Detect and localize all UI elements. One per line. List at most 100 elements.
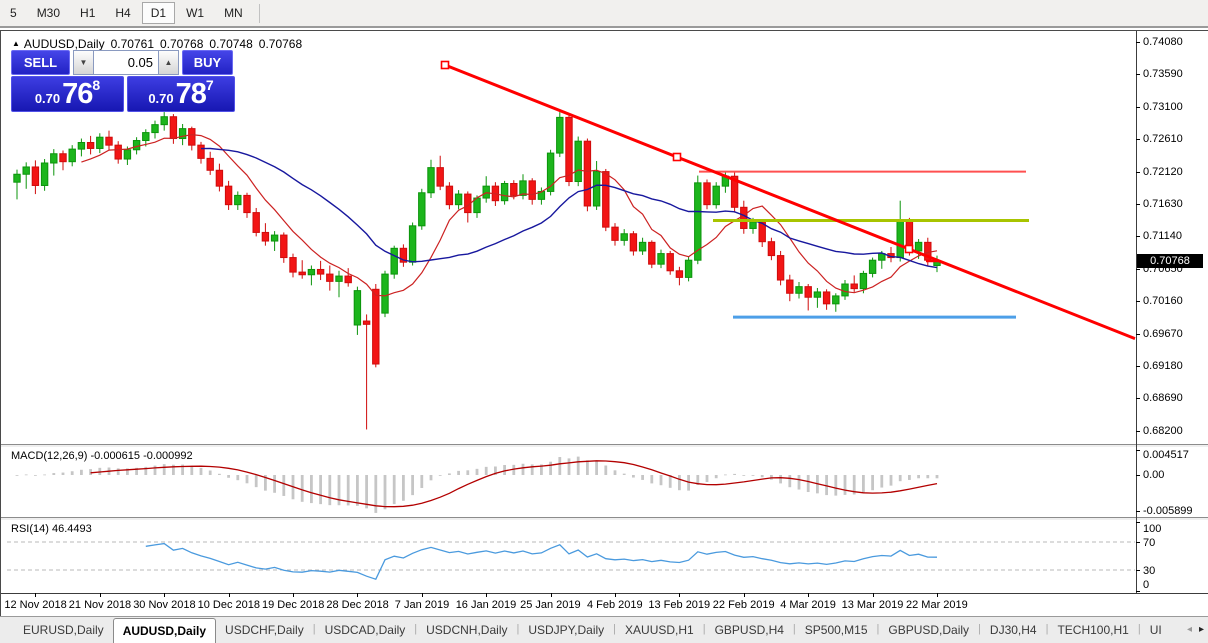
chart-tab-usdcnh-daily[interactable]: USDCNH,Daily: [417, 617, 516, 643]
date-tick-mark: [550, 593, 552, 597]
price-axis-label: 0.72120: [1143, 165, 1183, 178]
timeframe-button-5[interactable]: 5: [1, 2, 26, 24]
date-tick-mark: [357, 593, 359, 597]
pane-splitter-rsi[interactable]: [1, 517, 1208, 521]
axis-tick-mark: [1136, 236, 1140, 238]
chart-tab-tech100-h1[interactable]: TECH100,H1: [1048, 617, 1137, 643]
date-tick-mark: [872, 593, 874, 597]
rsi-axis-label: 0: [1143, 579, 1150, 591]
date-tick-mark: [937, 593, 938, 597]
ohlc-low: 0.70748: [209, 37, 253, 51]
date-axis-label: 25 Jan 2019: [520, 599, 581, 611]
axis-tick-mark: [1136, 450, 1140, 451]
chart-tab-sp500-m15[interactable]: SP500,M15: [796, 617, 877, 643]
date-axis-label: 22 Mar 2019: [906, 599, 968, 611]
tab-scroll-right-icon[interactable]: ▸: [1199, 624, 1204, 635]
buy-price-prefix: 0.70: [148, 91, 174, 106]
axis-tick-mark: [1136, 475, 1140, 476]
volume-decrease-button[interactable]: ▼: [73, 50, 94, 75]
volume-increase-button[interactable]: ▲: [158, 50, 179, 75]
chart-title: ▲ AUDUSD,Daily 0.70761 0.70768 0.70748 0.7076…: [12, 37, 302, 51]
sell-button[interactable]: SELL: [11, 50, 70, 75]
axis-tick-mark: [1136, 171, 1140, 173]
date-axis-label: 10 Dec 2018: [197, 599, 260, 611]
date-axis-border: [1, 593, 1208, 594]
timeframe-button-h4[interactable]: H4: [106, 2, 139, 24]
volume-input[interactable]: 0.05: [94, 50, 158, 75]
one-click-trade-panel: SELL ▼ 0.05 ▲ BUY 0.70 76 8 0.70 78 7: [11, 50, 237, 112]
price-axis-label: 0.69670: [1143, 327, 1183, 340]
price-axis-label: 0.73100: [1143, 100, 1183, 113]
rsi-indicator-canvas[interactable]: [1, 521, 1136, 593]
buy-price-pips: 78: [175, 78, 207, 110]
axis-tick-mark: [1136, 333, 1140, 335]
price-axis-label: 0.71140: [1143, 230, 1182, 243]
date-tick-mark: [421, 593, 423, 597]
timeframe-button-m30[interactable]: M30: [28, 2, 69, 24]
date-axis-label: 7 Jan 2019: [394, 599, 450, 611]
chart-tab-ui[interactable]: UI: [1141, 617, 1171, 643]
chart-tab-gbpusd-h4[interactable]: GBPUSD,H4: [706, 617, 793, 643]
axis-tick-mark: [1136, 366, 1140, 367]
tab-scroll-left-icon[interactable]: ◂: [1187, 624, 1192, 635]
buy-price-display[interactable]: 0.70 78 7: [127, 76, 235, 112]
date-tick-mark: [615, 593, 616, 597]
date-axis-label: 4 Feb 2019: [587, 599, 643, 611]
chart-tab-usdcad-daily[interactable]: USDCAD,Daily: [316, 617, 415, 643]
axis-tick-mark: [1136, 204, 1140, 205]
terminal-window: 5 M30 H1 H4 D1 W1 MN ▲ AUDUSD,Daily 0.70761 0.707…: [0, 0, 1208, 643]
sell-price-pips: 76: [62, 78, 93, 110]
axis-tick-mark: [1136, 430, 1140, 432]
axis-tick-mark: [1136, 42, 1140, 43]
chart-tab-usdjpy-daily[interactable]: USDJPY,Daily: [519, 617, 613, 643]
date-tick-mark: [486, 593, 488, 597]
timeframe-button-mn[interactable]: MN: [215, 2, 252, 24]
price-axis-label: 0.74080: [1143, 36, 1183, 48]
chart-tab-eurusd-daily[interactable]: EURUSD,Daily: [14, 617, 113, 643]
date-axis-label: 4 Mar 2019: [780, 599, 836, 611]
price-axis-label: 0.68200: [1143, 424, 1183, 437]
timeframe-button-w1[interactable]: W1: [177, 2, 213, 24]
tab-scroll-buttons: ◂ ▸: [1187, 624, 1204, 635]
price-axis-border: [1136, 31, 1137, 593]
ohlc-open: 0.70761: [110, 37, 154, 51]
date-tick-mark: [293, 593, 294, 597]
ohlc-close: 0.70768: [258, 37, 303, 51]
pane-splitter-macd[interactable]: [1, 444, 1208, 448]
collapse-arrow-icon[interactable]: ▲: [12, 39, 20, 48]
price-axis-label: 0.69180: [1143, 360, 1183, 372]
chart-tab-dj30-h4[interactable]: DJ30,H4: [981, 617, 1046, 643]
date-axis-label: 28 Dec 2018: [326, 599, 389, 611]
chart-symbol-label: AUDUSD,Daily: [23, 37, 105, 51]
axis-tick-mark: [1136, 398, 1140, 400]
axis-tick-mark: [1136, 511, 1140, 512]
chart-tab-usdchf-daily[interactable]: USDCHF,Daily: [216, 617, 313, 643]
chart-tab-xauusd-h1[interactable]: XAUUSD,H1: [616, 617, 703, 643]
date-axis-label: 12 Nov 2018: [4, 599, 67, 611]
sell-price-display[interactable]: 0.70 76 8: [11, 76, 124, 112]
rsi-value: 46.4493: [51, 523, 92, 535]
macd-axis-label: 0.004517: [1143, 449, 1189, 461]
timeframe-button-h1[interactable]: H1: [71, 2, 104, 24]
date-axis-label: 16 Jan 2019: [455, 599, 517, 611]
macd-axis-label: 0.00: [1143, 469, 1165, 481]
timeframe-toolbar: 5 M30 H1 H4 D1 W1 MN: [0, 0, 1208, 28]
chart-tab-audusd-daily[interactable]: AUDUSD,Daily: [112, 618, 217, 643]
price-axis-label: 0.68690: [1143, 392, 1183, 405]
sell-price-prefix: 0.70: [34, 91, 61, 106]
date-axis-label: 19 Dec 2018: [262, 599, 325, 611]
ohlc-high: 0.70768: [160, 37, 204, 51]
date-axis-label: 22 Feb 2019: [712, 599, 775, 611]
date-axis-label: 30 Nov 2018: [133, 599, 196, 611]
date-tick-mark: [164, 593, 166, 597]
chart-tab-gbpusd-daily[interactable]: GBPUSD,Daily: [879, 617, 978, 643]
rsi-axis-label: 30: [1143, 565, 1156, 577]
price-axis-label: 0.70650: [1143, 262, 1183, 275]
rsi-label: RSI(14) 46.4493: [11, 523, 92, 535]
timeframe-button-d1[interactable]: D1: [141, 2, 176, 24]
date-tick-mark: [228, 593, 230, 597]
axis-tick-mark: [1136, 74, 1140, 76]
axis-tick-mark: [1136, 522, 1140, 523]
date-tick-mark: [808, 593, 810, 597]
rsi-axis-label: 100: [1143, 523, 1162, 535]
